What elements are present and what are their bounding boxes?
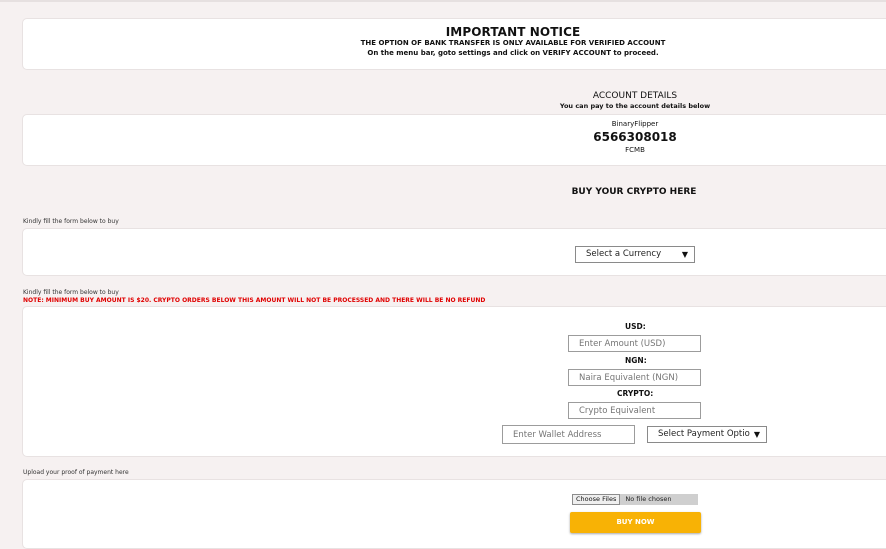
file-upload-control[interactable]: Choose Files No file chosen	[572, 494, 698, 505]
no-file-chosen-text: No file chosen	[625, 495, 672, 503]
account-subtitle: You can pay to the account details below	[559, 102, 711, 110]
currency-select-label: Select a Currency	[586, 249, 662, 259]
ngn-amount-input[interactable]	[568, 369, 701, 386]
minimum-amount-warning: NOTE: MINIMUM BUY AMOUNT IS $20. CRYPTO …	[23, 297, 486, 304]
account-heading: ACCOUNT DETAILS You can pay to the accou…	[235, 91, 886, 110]
currency-select[interactable]: Select a Currency ▼	[575, 246, 695, 263]
notice-title: IMPORTANT NOTICE	[445, 25, 581, 39]
upload-card	[22, 479, 886, 549]
form-hint-1: Kindly fill the form below to buy	[23, 218, 119, 225]
account-title: ACCOUNT DETAILS	[592, 91, 678, 101]
chevron-down-icon: ▼	[681, 250, 688, 259]
crypto-amount-input[interactable]	[568, 402, 701, 419]
account-number: 6566308018	[593, 130, 677, 144]
chevron-down-icon: ▼	[753, 430, 760, 439]
notice-line-2: On the menu bar, goto settings and click…	[367, 49, 659, 57]
account-card: BinaryFlipper 6566308018 FCMB	[22, 114, 886, 166]
choose-files-button[interactable]: Choose Files	[572, 494, 621, 505]
ngn-label: NGN:	[625, 356, 647, 365]
notice-line-1: THE OPTION OF BANK TRANSFER IS ONLY AVAI…	[360, 39, 666, 47]
buy-now-label: BUY NOW	[616, 518, 655, 526]
usd-label: USD:	[625, 322, 646, 331]
buy-now-button[interactable]: BUY NOW	[570, 512, 701, 533]
crypto-label: CRYPTO:	[617, 389, 654, 398]
account-name: BinaryFlipper	[611, 120, 659, 128]
currency-card	[22, 228, 886, 276]
wallet-address-input[interactable]	[502, 425, 635, 444]
bank-name: FCMB	[625, 146, 645, 154]
buy-heading: BUY YOUR CRYPTO HERE	[571, 187, 697, 197]
payment-option-label: Select Payment Option	[658, 429, 750, 439]
payment-option-select[interactable]: Select Payment Option ▼	[647, 426, 767, 443]
top-divider	[0, 0, 886, 2]
upload-hint: Upload your proof of payment here	[23, 469, 129, 476]
form-hint-2: Kindly fill the form below to buy	[23, 289, 119, 296]
notice-card: IMPORTANT NOTICE THE OPTION OF BANK TRAN…	[22, 18, 886, 70]
usd-amount-input[interactable]	[568, 335, 701, 352]
